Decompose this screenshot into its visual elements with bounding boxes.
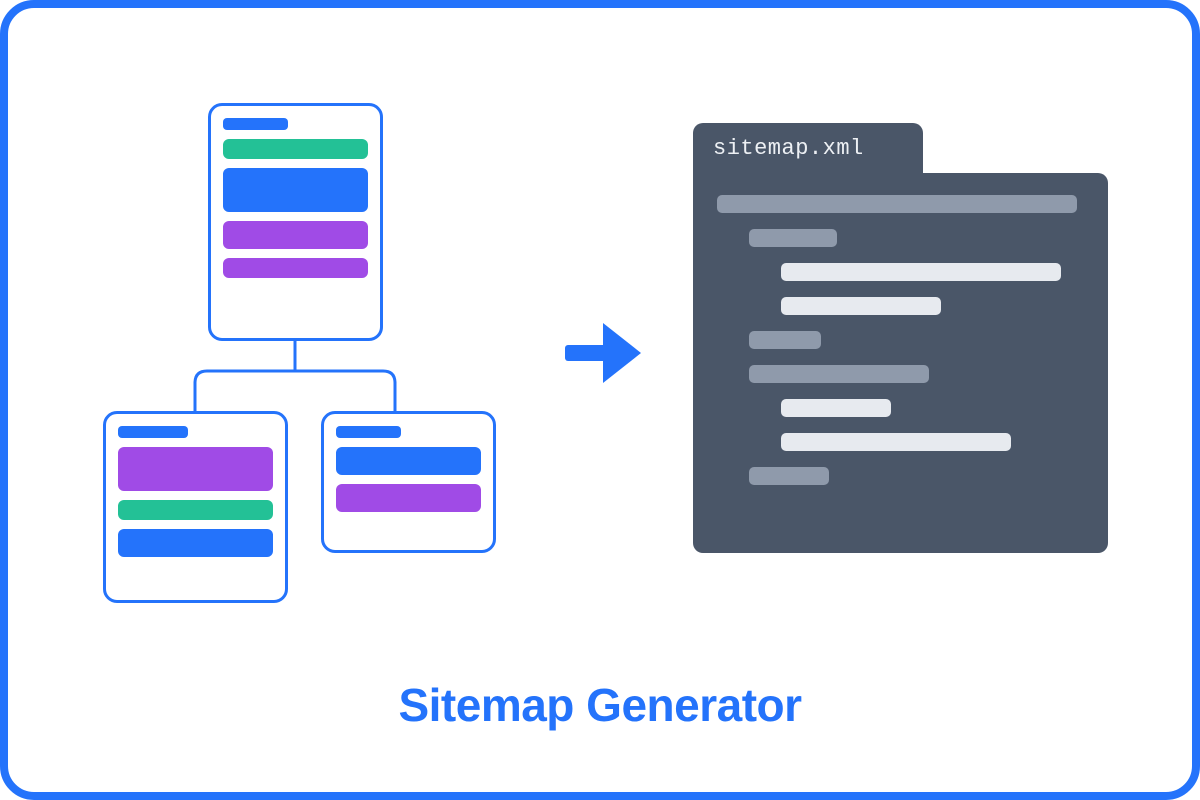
page-block — [223, 221, 368, 249]
arrow-right-icon — [563, 318, 643, 388]
xml-file-name: sitemap.xml — [713, 136, 864, 161]
xml-code-line — [749, 467, 829, 485]
xml-file-tab: sitemap.xml — [693, 123, 923, 173]
page-title-bar — [223, 118, 288, 130]
page-block — [118, 447, 273, 491]
xml-file-body — [693, 173, 1108, 553]
xml-code-line — [749, 365, 929, 383]
diagram-title: Sitemap Generator — [8, 678, 1192, 732]
diagram-frame: sitemap.xml Sitemap Generator — [0, 0, 1200, 800]
page-block — [223, 168, 368, 212]
page-block — [118, 529, 273, 557]
page-block — [336, 447, 481, 475]
page-card-child — [103, 411, 288, 603]
xml-file: sitemap.xml — [693, 123, 1108, 553]
xml-code-line — [749, 331, 821, 349]
page-block — [223, 258, 368, 278]
xml-code-line — [781, 433, 1011, 451]
page-block — [336, 484, 481, 512]
page-title-bar — [336, 426, 401, 438]
xml-code-line — [717, 195, 1077, 213]
page-title-bar — [118, 426, 188, 438]
page-block — [118, 500, 273, 520]
xml-code-line — [749, 229, 837, 247]
page-card-child — [321, 411, 496, 553]
page-block — [223, 139, 368, 159]
xml-code-line — [781, 399, 891, 417]
page-tree — [103, 103, 523, 593]
page-card-root — [208, 103, 383, 341]
xml-code-line — [781, 263, 1061, 281]
xml-code-line — [781, 297, 941, 315]
